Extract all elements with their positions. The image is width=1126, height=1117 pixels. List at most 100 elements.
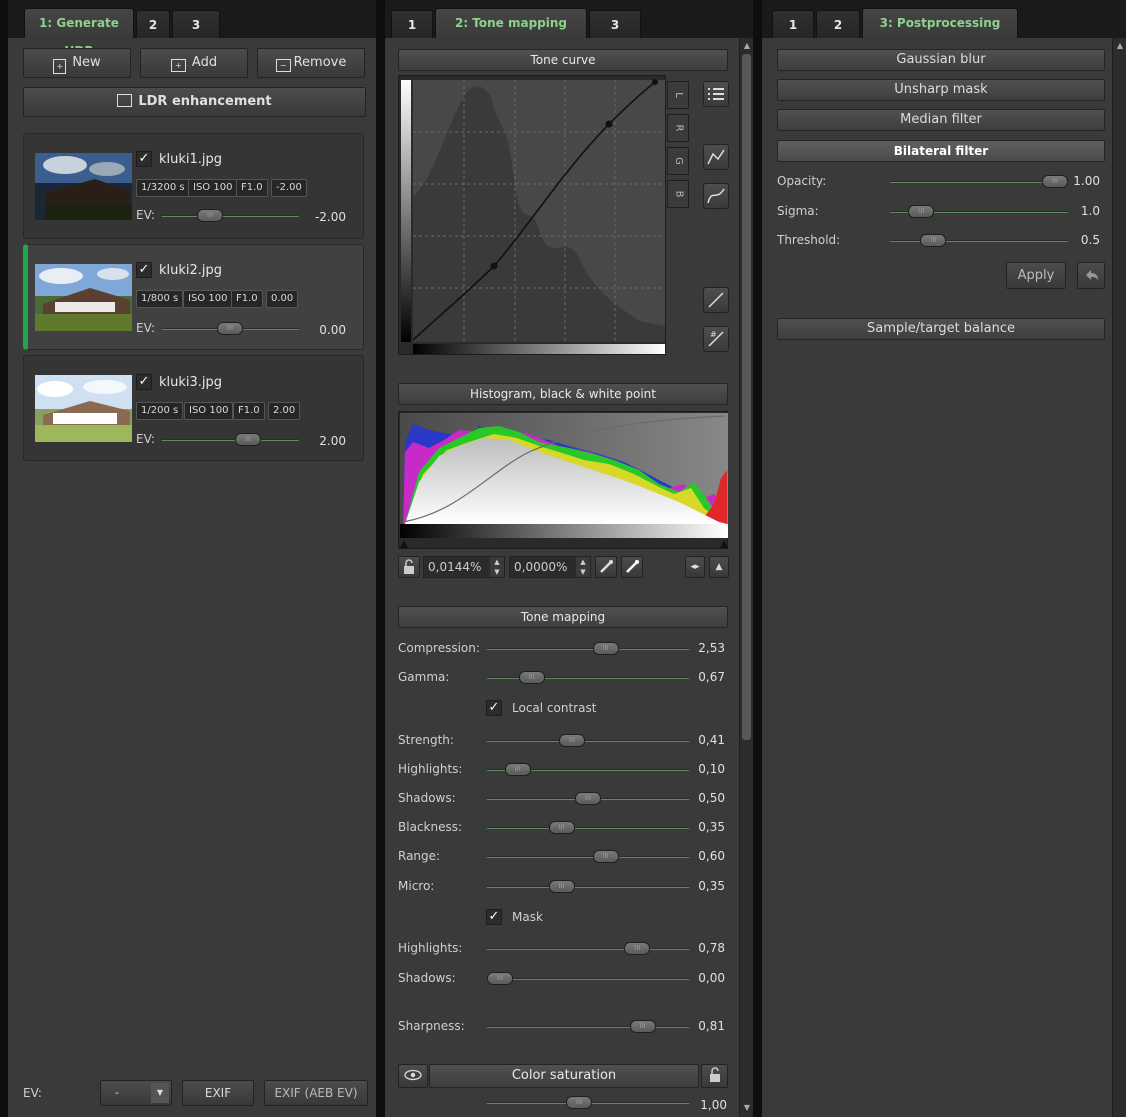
gaussian-blur-button[interactable]: Gaussian blur [777,49,1105,71]
histogram-header[interactable]: Histogram, black & white point [398,383,728,405]
undo-icon[interactable] [1077,262,1105,289]
tab-2[interactable]: 2 [136,10,170,38]
bilateral-filter-button[interactable]: Bilateral filter [777,140,1105,162]
local-contrast-checkbox[interactable]: ✓ [486,700,502,716]
bf-threshold-slider-track[interactable] [890,240,1068,242]
curve-mode-linear-icon[interactable] [703,144,729,170]
curve-mode-smooth-icon[interactable] [703,183,729,209]
lc-blackness-slider-handle[interactable]: III [548,821,575,834]
add-button[interactable]: + Add [140,48,248,78]
median-filter-button[interactable]: Median filter [777,109,1105,131]
tone-mapping-header[interactable]: Tone mapping [398,606,728,628]
tab-3[interactable]: 3 [589,10,641,38]
tone-curve-editor[interactable] [398,75,666,355]
auto-levels-icon[interactable]: ◂▸ [685,556,705,578]
lc-blackness-slider-track[interactable] [487,827,689,829]
scroll-up-icon[interactable]: ▲ [1114,40,1126,52]
color-saturation-header[interactable]: Color saturation [429,1064,699,1088]
lc-shadows-slider-handle[interactable]: III [575,792,601,805]
mask-shadows-slider-track[interactable] [487,978,689,980]
channel-r-label: R [672,124,684,132]
image-card-2[interactable]: ✓ kluki2.jpg 1/800 s ISO 100 F1.0 0.00 E… [23,244,364,350]
tm-gamma-slider-track[interactable] [487,677,689,679]
white-point-input[interactable]: 0,0000% ▲ ▼ [509,556,591,578]
tone-curve-graph[interactable] [399,76,667,356]
lc-highlights-slider-handle[interactable]: III [504,763,531,776]
channel-tab-r[interactable]: R [667,114,689,142]
bf-threshold-slider-handle[interactable]: III [920,234,947,247]
ldr-enhancement-button[interactable]: LDR enhancement [23,87,366,117]
include-checkbox[interactable]: ✓ [136,374,152,390]
lc-micro-slider-handle[interactable]: III [548,880,575,893]
scrollbar[interactable]: ▲ [1112,38,1126,1117]
tab-tone-mapping[interactable]: 2: Tone mapping [435,8,587,38]
tab-generate-hdr[interactable]: 1: Generate HDR [24,8,134,58]
remove-button[interactable]: − Remove [257,48,365,78]
curve-reset-grid-icon[interactable]: # [703,326,729,352]
lc-highlights-value: 0,10 [698,762,725,776]
unsharp-mask-button[interactable]: Unsharp mask [777,79,1105,101]
image-card-3[interactable]: ✓ kluki3.jpg 1/200 s ISO 100 F1.0 2.00 E… [23,355,364,461]
sharpness-slider-handle[interactable]: III [629,1020,656,1033]
channel-tab-b[interactable]: B [667,180,689,208]
eye-icon[interactable] [398,1064,428,1088]
lock-icon[interactable] [398,556,420,578]
exif-button[interactable]: EXIF [182,1080,254,1106]
ev-slider-handle[interactable]: III [217,322,243,335]
scroll-up-icon[interactable]: ▲ [741,40,753,52]
mask-shadows-slider-handle[interactable]: III [487,972,513,985]
channel-tab-l[interactable]: L [667,81,689,109]
sample-target-balance-button[interactable]: Sample/target balance [777,318,1105,340]
tm-compression-slider-handle[interactable]: III [592,642,619,655]
bf-sigma-slider-handle[interactable]: III [908,205,935,218]
lc-range-slider-track[interactable] [487,856,689,858]
exif-aeb-button[interactable]: EXIF (AEB EV) [264,1080,368,1106]
lc-strength-slider-handle[interactable]: III [559,734,586,747]
channel-tab-g[interactable]: G [667,147,689,175]
tm-compression-slider-track[interactable] [487,648,689,650]
spin-arrows-icon[interactable]: ▲ ▼ [576,557,590,577]
include-checkbox[interactable]: ✓ [136,151,152,167]
ev-slider-handle[interactable]: III [235,433,261,446]
sharpness-value: 0,81 [698,1019,725,1033]
black-eyedropper-icon[interactable] [595,556,617,578]
tab-2[interactable]: 2 [816,10,860,38]
histogram-view[interactable] [398,411,728,549]
add-label: Add [191,55,218,70]
scroll-down-icon[interactable]: ▼ [741,1102,753,1114]
white-eyedropper-icon[interactable] [621,556,643,578]
ev-slider-track[interactable] [162,215,299,217]
tm-gamma-slider-handle[interactable]: III [518,671,545,684]
tab-1[interactable]: 1 [391,10,433,38]
ev-slider-handle[interactable]: III [197,209,223,222]
reset-levels-icon[interactable]: ▲ [709,556,729,578]
lc-range-slider-handle[interactable]: III [592,850,619,863]
lc-strength-value: 0,41 [698,733,725,747]
scrollbar[interactable]: ▲ ▼ [739,38,753,1117]
include-checkbox[interactable]: ✓ [136,262,152,278]
curve-reset-linear-icon[interactable] [703,287,729,313]
lc-micro-slider-track[interactable] [487,886,689,888]
saturation-slider-handle[interactable]: III [566,1096,592,1109]
black-point-input[interactable]: 0,0144% ▲ ▼ [423,556,505,578]
tone-curve-header[interactable]: Tone curve [398,49,728,71]
scrollbar-thumb[interactable] [742,54,751,740]
ev-select[interactable]: - ▼ [100,1080,172,1106]
tab-1[interactable]: 1 [772,10,814,38]
spin-arrows-icon[interactable]: ▲ ▼ [490,557,504,577]
image-card-1[interactable]: ✓ kluki1.jpg 1/3200 s ISO 100 F1.0 -2.00… [23,133,364,239]
lc-strength-slider-track[interactable] [487,740,689,742]
file-name: kluki3.jpg [159,375,223,390]
new-button[interactable]: + New [23,48,131,78]
mask-highlights-slider-track[interactable] [487,948,689,950]
ev-value: -2.00 [314,210,346,224]
mask-highlights-slider-handle[interactable]: III [624,942,651,955]
sharpness-slider-track[interactable] [487,1026,689,1028]
lock-icon[interactable] [701,1064,728,1088]
presets-list-icon[interactable] [703,81,729,107]
tab-3[interactable]: 3 [172,10,220,38]
tab-postprocessing[interactable]: 3: Postprocessing [862,8,1018,38]
apply-button[interactable]: Apply [1006,262,1066,289]
ev-slider-track[interactable] [162,439,299,441]
mask-checkbox[interactable]: ✓ [486,909,502,925]
